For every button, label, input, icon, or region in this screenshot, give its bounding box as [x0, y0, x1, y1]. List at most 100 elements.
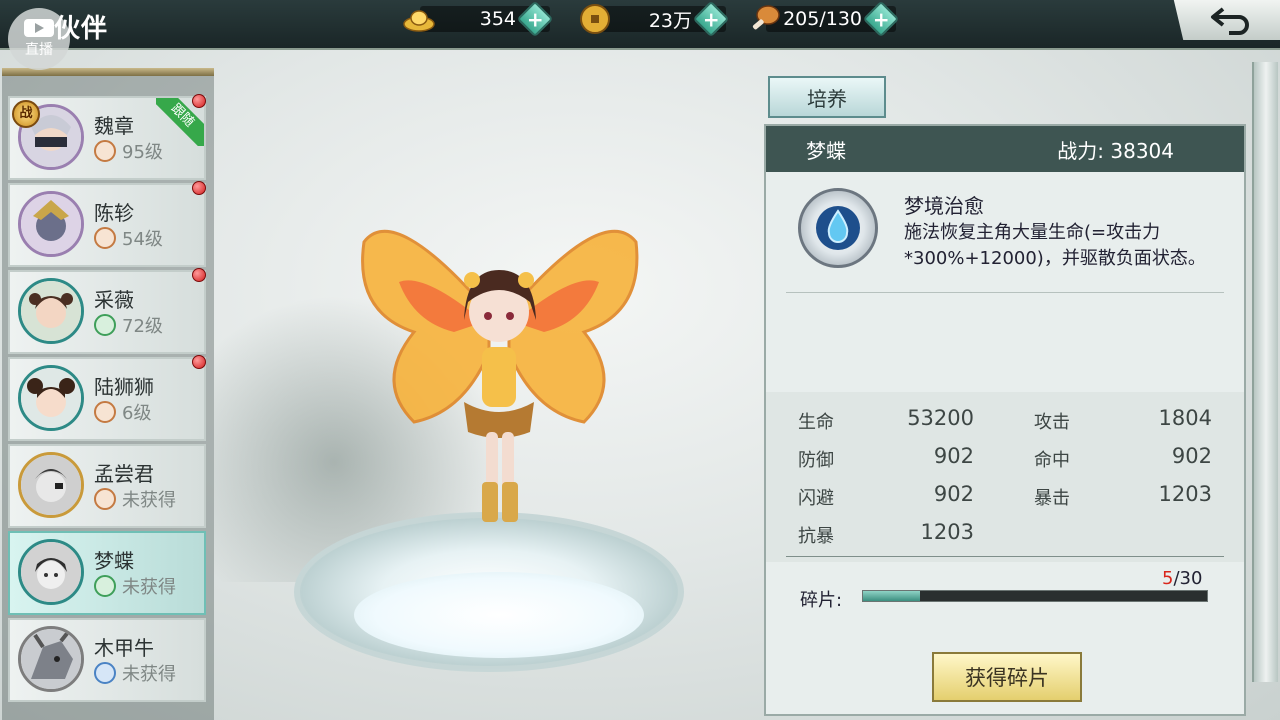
partner-portrait: [18, 452, 84, 518]
class-icon: [94, 401, 116, 423]
partner-level-text: 未获得: [122, 577, 176, 598]
notification-dot: [192, 94, 206, 108]
partner-level-text: 6级: [122, 403, 152, 424]
top-bar: 伙伴 354 + 23万 + 205/130 +: [0, 0, 1280, 50]
partner-level-text: 72级: [122, 316, 163, 337]
fragment-progress-bar: [862, 590, 1208, 602]
stat-value-crit-resist: 1203: [920, 520, 974, 544]
skill-title: 梦境治愈: [904, 194, 984, 218]
stat-label-defense: 防御: [798, 450, 834, 471]
partner-name: 魏章: [94, 114, 134, 138]
in-battle-badge: 战: [12, 100, 40, 128]
notification-dot: [192, 268, 206, 282]
skill-description: 施法恢复主角大量生命(=攻击力*300%+12000)，并驱散负面状态。: [904, 222, 1206, 269]
fragment-label: 碎片:: [800, 590, 843, 611]
partner-list: 战 魏章 95级 跟随 陈轸 54级 采薇 72级 陆狮狮 6级 孟尝君 未获得…: [2, 68, 214, 720]
notification-dot: [192, 181, 206, 195]
add-stamina-button[interactable]: +: [862, 0, 900, 38]
partner-name: 孟尝君: [94, 462, 154, 486]
back-arrow-icon: [1211, 7, 1249, 35]
notification-dot: [192, 355, 206, 369]
partner-level: 未获得: [94, 573, 176, 599]
back-button[interactable]: [1173, 0, 1280, 40]
stat-value-defense: 902: [933, 444, 974, 468]
partner-name: 陆狮狮: [94, 375, 154, 399]
partner-level: 95级: [94, 138, 163, 164]
panel-header: 梦蝶 战力: 38304: [766, 126, 1244, 172]
character-stage: [214, 52, 754, 720]
class-icon: [94, 662, 116, 684]
stat-value-hp: 53200: [907, 406, 974, 430]
resource-stamina: 205/130 +: [752, 0, 900, 38]
resource-gold-ingot: 354 +: [403, 0, 554, 38]
fragment-total: /30: [1173, 568, 1203, 589]
plus-icon: +: [526, 6, 544, 31]
partner-detail-panel: 梦蝶 战力: 38304 梦境治愈 施法恢复主角大量生命(=攻击力*300%+1…: [764, 124, 1246, 716]
resource-copper-coin: 23万 +: [580, 0, 730, 38]
class-icon: [94, 314, 116, 336]
partner-card-weizhang[interactable]: 战 魏章 95级 跟随: [8, 94, 206, 180]
plus-icon: +: [872, 6, 890, 31]
partner-card-lushishi[interactable]: 陆狮狮 6级: [8, 355, 206, 441]
partner-portrait: [18, 191, 84, 257]
platform-glow: [354, 572, 644, 658]
partner-level: 未获得: [94, 486, 176, 512]
divider: [786, 556, 1224, 557]
water-drop-icon: [816, 206, 860, 250]
stat-label-attack: 攻击: [1034, 412, 1070, 433]
stat-label-dodge: 闪避: [798, 488, 834, 509]
class-icon: [94, 140, 116, 162]
page-title: 伙伴: [54, 14, 109, 44]
gold-ingot-icon: [403, 10, 435, 32]
add-coin-button[interactable]: +: [692, 0, 730, 38]
divider: [786, 292, 1224, 293]
partner-card-mengdie[interactable]: 梦蝶 未获得: [8, 531, 206, 615]
partner-name: 采薇: [94, 288, 134, 312]
stat-value-dodge: 902: [933, 482, 974, 506]
get-fragments-button[interactable]: 获得碎片: [932, 652, 1082, 702]
partner-portrait: [18, 365, 84, 431]
fragment-progress-fill: [863, 591, 921, 601]
class-icon: [94, 227, 116, 249]
fragment-current: 5: [1162, 568, 1174, 589]
partner-level-text: 未获得: [122, 490, 176, 511]
coin-icon: [580, 4, 610, 34]
skill-icon-water-drop[interactable]: [798, 188, 878, 268]
partner-card-mujianiu[interactable]: 木甲牛 未获得: [8, 618, 206, 702]
stat-label-crit-resist: 抗暴: [798, 526, 834, 547]
character-model-mengdie[interactable]: [354, 182, 644, 532]
partner-card-mengchangjun[interactable]: 孟尝君 未获得: [8, 444, 206, 528]
stat-value-attack: 1804: [1158, 406, 1212, 430]
combat-power: 战力: 38304: [1057, 135, 1174, 164]
partner-card-caiwei[interactable]: 采薇 72级: [8, 268, 206, 354]
partner-name: 木甲牛: [94, 636, 154, 660]
partner-name: 陈轸: [94, 201, 134, 225]
class-icon: [94, 488, 116, 510]
live-label: 直播: [25, 42, 53, 58]
drumstick-icon: [752, 5, 780, 30]
stat-value-hit: 902: [1171, 444, 1212, 468]
combat-power-label: 战力:: [1057, 138, 1105, 163]
side-scroll-ornament: [1252, 62, 1278, 682]
partner-level: 6级: [94, 399, 151, 425]
partner-level-text: 54级: [122, 229, 163, 250]
partner-level: 未获得: [94, 660, 176, 686]
stat-label-hit: 命中: [1034, 450, 1070, 471]
partner-portrait: [18, 539, 84, 605]
partner-level-text: 未获得: [122, 664, 176, 685]
video-camera-icon: [24, 19, 54, 37]
class-icon: [94, 575, 116, 597]
partner-level: 72级: [94, 312, 163, 338]
fragment-count: 5/30: [1162, 568, 1202, 589]
add-gold-button[interactable]: +: [516, 0, 554, 38]
partner-portrait: [18, 626, 84, 692]
plus-icon: +: [702, 6, 720, 31]
stat-value-crit: 1203: [1158, 482, 1212, 506]
partner-card-chenzhen[interactable]: 陈轸 54级: [8, 181, 206, 267]
combat-power-value: 38304: [1110, 138, 1174, 163]
partner-name: 梦蝶: [94, 549, 134, 573]
partner-detail-name: 梦蝶: [806, 138, 846, 163]
partner-level: 54级: [94, 225, 163, 251]
stats-table: 生命 53200 攻击 1804 防御 902 命中 902 闪避 902 暴击…: [766, 392, 1244, 562]
tab-cultivate[interactable]: 培养: [768, 76, 886, 118]
